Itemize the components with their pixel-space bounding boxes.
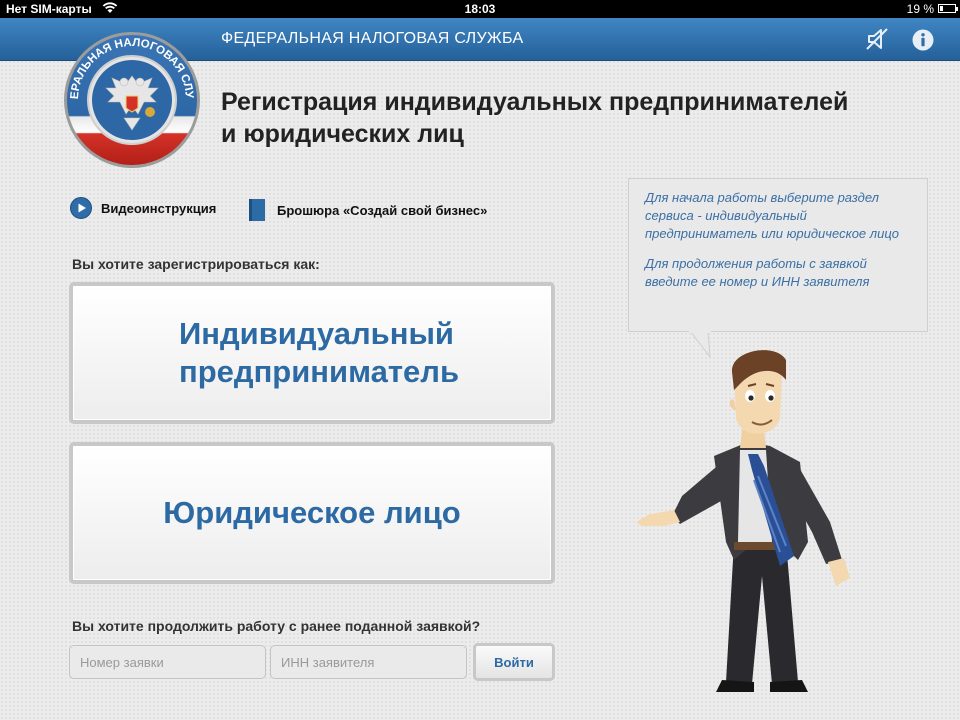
brochure-link[interactable]: Брошюра «Создай свой бизнес» <box>246 197 487 223</box>
fns-emblem-logo: ФЕДЕРАЛЬНАЯ НАЛОГОВАЯ СЛУЖБА <box>60 28 200 168</box>
battery-percent: 19 % <box>906 2 934 16</box>
info-icon[interactable] <box>911 28 935 52</box>
video-instruction-label: Видеоинструкция <box>101 200 217 216</box>
hint-speech-bubble: Для начала работы выберите раздел сервис… <box>628 178 928 332</box>
video-instruction-link[interactable]: Видеоинструкция <box>70 197 216 219</box>
application-number-input[interactable] <box>69 645 266 679</box>
assistant-character-illustration <box>636 350 850 692</box>
individual-entrepreneur-button[interactable]: Индивидуальный предприниматель <box>69 282 555 424</box>
login-button[interactable]: Войти <box>473 643 555 681</box>
legal-entity-button[interactable]: Юридическое лицо <box>69 442 555 584</box>
battery-icon <box>938 4 958 13</box>
individual-entrepreneur-line2: предприниматель <box>179 354 460 389</box>
page-title-line2: и юридических лиц <box>221 120 464 148</box>
book-icon <box>249 199 267 221</box>
register-question: Вы хотите зарегистрироваться как: <box>72 256 320 272</box>
page-title-line1: Регистрация индивидуальных предпринимате… <box>221 88 849 116</box>
legal-entity-label: Юридическое лицо <box>163 495 461 530</box>
brochure-label: Брошюра «Создай свой бизнес» <box>277 202 488 218</box>
page-title: Регистрация индивидуальных предпринимате… <box>221 86 921 150</box>
mute-icon[interactable] <box>862 25 892 53</box>
individual-entrepreneur-line1: Индивидуальный <box>179 316 454 351</box>
clock: 18:03 <box>464 2 496 16</box>
continue-question: Вы хотите продолжить работу с ранее пода… <box>72 618 481 634</box>
hint-paragraph-1: Для начала работы выберите раздел сервис… <box>645 190 900 241</box>
header-title: ФЕДЕРАЛЬНАЯ НАЛОГОВАЯ СЛУЖБА <box>221 30 524 47</box>
hint-paragraph-2: Для продолжения работы с заявкой введите… <box>645 256 870 289</box>
status-bar: Нет SIM-карты 18:03 19 % <box>0 0 960 18</box>
applicant-inn-input[interactable] <box>270 645 467 679</box>
play-icon <box>70 197 92 219</box>
